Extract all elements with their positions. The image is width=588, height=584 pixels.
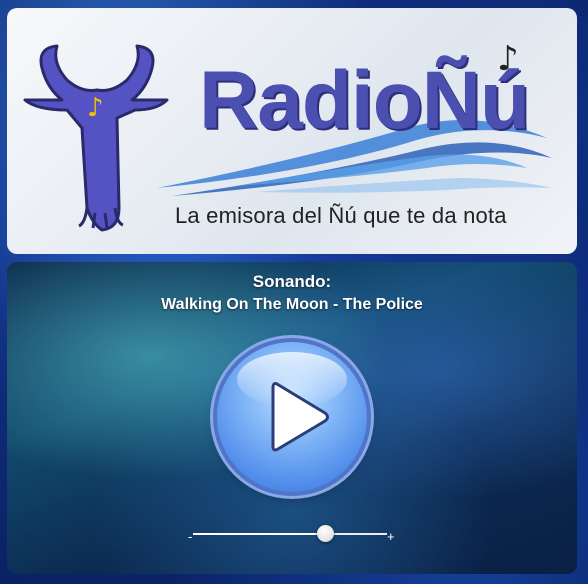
volume-knob[interactable] <box>316 525 334 542</box>
volume-min-label: - <box>188 529 193 544</box>
play-icon <box>271 382 329 452</box>
station-tagline: La emisora del Ñú que te da nota <box>175 203 507 228</box>
bull-head-icon: ♪ <box>23 44 169 232</box>
brand-name: RadioÑú <box>199 55 530 146</box>
volume-fill <box>193 533 325 535</box>
track-title: Walking On The Moon - The Police <box>161 296 423 313</box>
play-button[interactable] <box>217 342 367 492</box>
player-panel: Sonando: Walking On The Moon - The Polic… <box>7 262 577 574</box>
svg-text:♪: ♪ <box>87 93 104 123</box>
volume-slider[interactable] <box>193 525 387 542</box>
station-banner: ♪ ♪ RadioÑú La emisora del Ñú que te da … <box>7 8 577 254</box>
now-playing-label: Sonando: <box>252 272 332 291</box>
volume-max-label: + <box>387 529 395 544</box>
